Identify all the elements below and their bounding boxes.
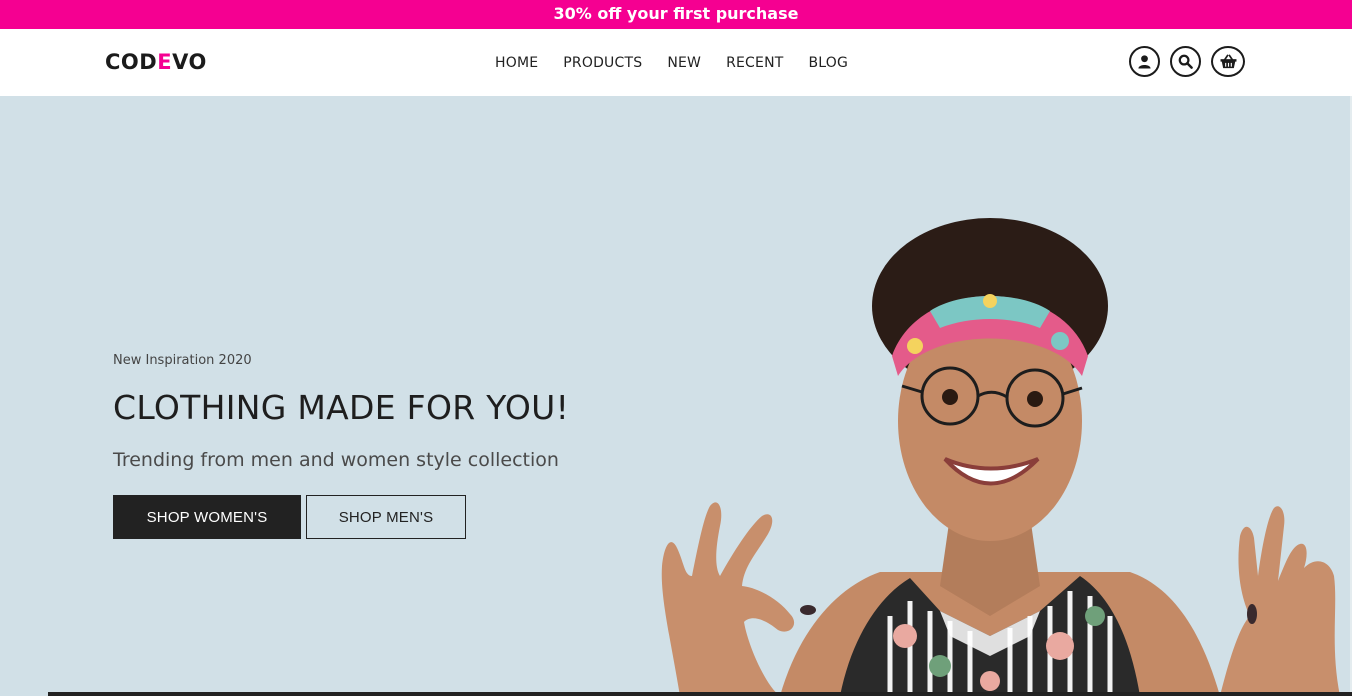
nav-link-products[interactable]: PRODUCTS	[563, 55, 642, 71]
main-menu: HOME PRODUCTS NEW RECENT BLOG	[495, 55, 873, 71]
hero-model-image	[661, 218, 1340, 696]
brand-name-start: COD	[105, 50, 158, 74]
brand-logo[interactable]: CODEVO	[105, 50, 207, 74]
hero-kicker: New Inspiration 2020	[113, 353, 252, 368]
hero-headline: CLOTHING MADE FOR YOU!	[113, 388, 570, 427]
nav-link-recent[interactable]: RECENT	[726, 55, 783, 71]
nav-link-home[interactable]: HOME	[495, 55, 538, 71]
promo-banner: 30% off your first purchase	[0, 0, 1352, 29]
cart-button[interactable]	[1211, 46, 1245, 77]
user-icon	[1138, 55, 1151, 69]
brand-name-end: VO	[172, 50, 207, 74]
shop-mens-button[interactable]: SHOP MEN'S	[306, 495, 466, 539]
basket-icon	[1220, 54, 1236, 69]
account-button[interactable]	[1129, 46, 1160, 77]
nav-link-new[interactable]: NEW	[667, 55, 701, 71]
search-icon	[1178, 54, 1193, 69]
nav-link-blog[interactable]: BLOG	[809, 55, 849, 71]
hero-subheading: Trending from men and women style collec…	[113, 449, 559, 471]
search-button[interactable]	[1170, 46, 1201, 77]
top-navigation: CODEVO HOME PRODUCTS NEW RECENT BLOG	[0, 29, 1352, 96]
brand-name-accent: E	[157, 50, 173, 74]
right-hand-illustration	[1220, 506, 1340, 696]
header-actions	[1129, 46, 1245, 77]
hero-banner: New Inspiration 2020 CLOTHING MADE FOR Y…	[0, 96, 1352, 696]
bottom-divider	[48, 692, 1352, 696]
shop-womens-button[interactable]: SHOP WOMEN'S	[113, 495, 301, 539]
promo-text: 30% off your first purchase	[553, 4, 799, 23]
